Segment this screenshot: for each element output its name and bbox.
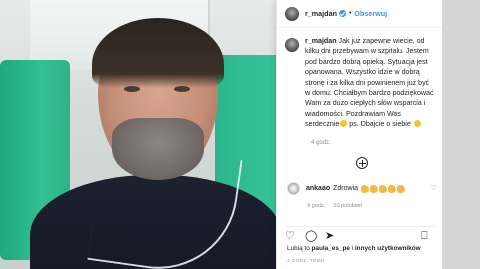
- avatar[interactable]: [287, 182, 300, 195]
- photo-eye: [124, 86, 140, 92]
- comment-timestamp[interactable]: 4 godz.: [307, 203, 325, 209]
- comment-meta: 4 godz. 10 polubień: [307, 203, 362, 209]
- load-more-comments-icon[interactable]: [356, 157, 368, 169]
- caption-text: r_majdan Jak już zapewne wiecie, od kilk…: [305, 36, 435, 130]
- follow-button[interactable]: Obserwuj: [354, 9, 387, 18]
- comment-like-icon[interactable]: ♡: [431, 184, 437, 192]
- muscle-emoji-icon: [379, 184, 388, 193]
- post-caption: r_majdan Jak już zapewne wiecie, od kilk…: [285, 36, 437, 130]
- bookmark-icon[interactable]: ⎕: [421, 231, 433, 242]
- comment-text: Zdrowia: [333, 185, 359, 192]
- post-username[interactable]: r_majdan: [305, 9, 337, 18]
- post-date: 4 GODZ. TEMU: [287, 259, 325, 264]
- muscle-emoji-icon: [370, 184, 379, 193]
- muscle-emoji-icon: [361, 184, 370, 193]
- photo-eye: [174, 86, 190, 92]
- likes-user[interactable]: paula_es_pe: [312, 245, 350, 252]
- verified-icon: [338, 10, 346, 17]
- avatar[interactable]: [285, 38, 299, 52]
- likes-others[interactable]: innych użytkowników: [355, 245, 421, 252]
- caption-username[interactable]: r_majdan: [305, 37, 337, 45]
- avatar[interactable]: [285, 6, 299, 21]
- heart-icon[interactable]: ♡: [285, 231, 297, 242]
- post-side-panel: r_majdan • Obserwuj r_majdan Jak już zap…: [276, 0, 443, 269]
- post-actions: ♡ ◯ ➤ ⎕: [285, 226, 435, 242]
- post-header: r_majdan • Obserwuj: [277, 0, 443, 28]
- likes-summary: Lubią to paula_es_pe i innych użytkownik…: [287, 245, 421, 252]
- caption-body: Jak już zapewne wiecie, od kilku dni prz…: [305, 37, 434, 129]
- post-photo[interactable]: [0, 0, 282, 269]
- comment-icon[interactable]: ◯: [305, 231, 317, 242]
- smile-emoji-icon: [413, 120, 421, 128]
- muscle-emoji-icon: [388, 184, 397, 193]
- muscle-emoji-icon: [397, 184, 406, 193]
- page-background: [442, 0, 480, 269]
- comment-item: ankaao Zdrowia ♡: [287, 182, 437, 195]
- caption-tail: ps. Dbajcie o siebie: [347, 120, 411, 129]
- muscle-emoji-icons: [361, 184, 406, 193]
- share-icon[interactable]: ➤: [325, 231, 337, 242]
- separator-dot: •: [348, 10, 352, 17]
- likes-prefix: Lubią to: [287, 245, 312, 252]
- caption-timestamp[interactable]: 4 godz.: [311, 140, 331, 146]
- comment-username[interactable]: ankaao: [306, 185, 330, 192]
- comment-likes[interactable]: 10 polubień: [333, 203, 362, 209]
